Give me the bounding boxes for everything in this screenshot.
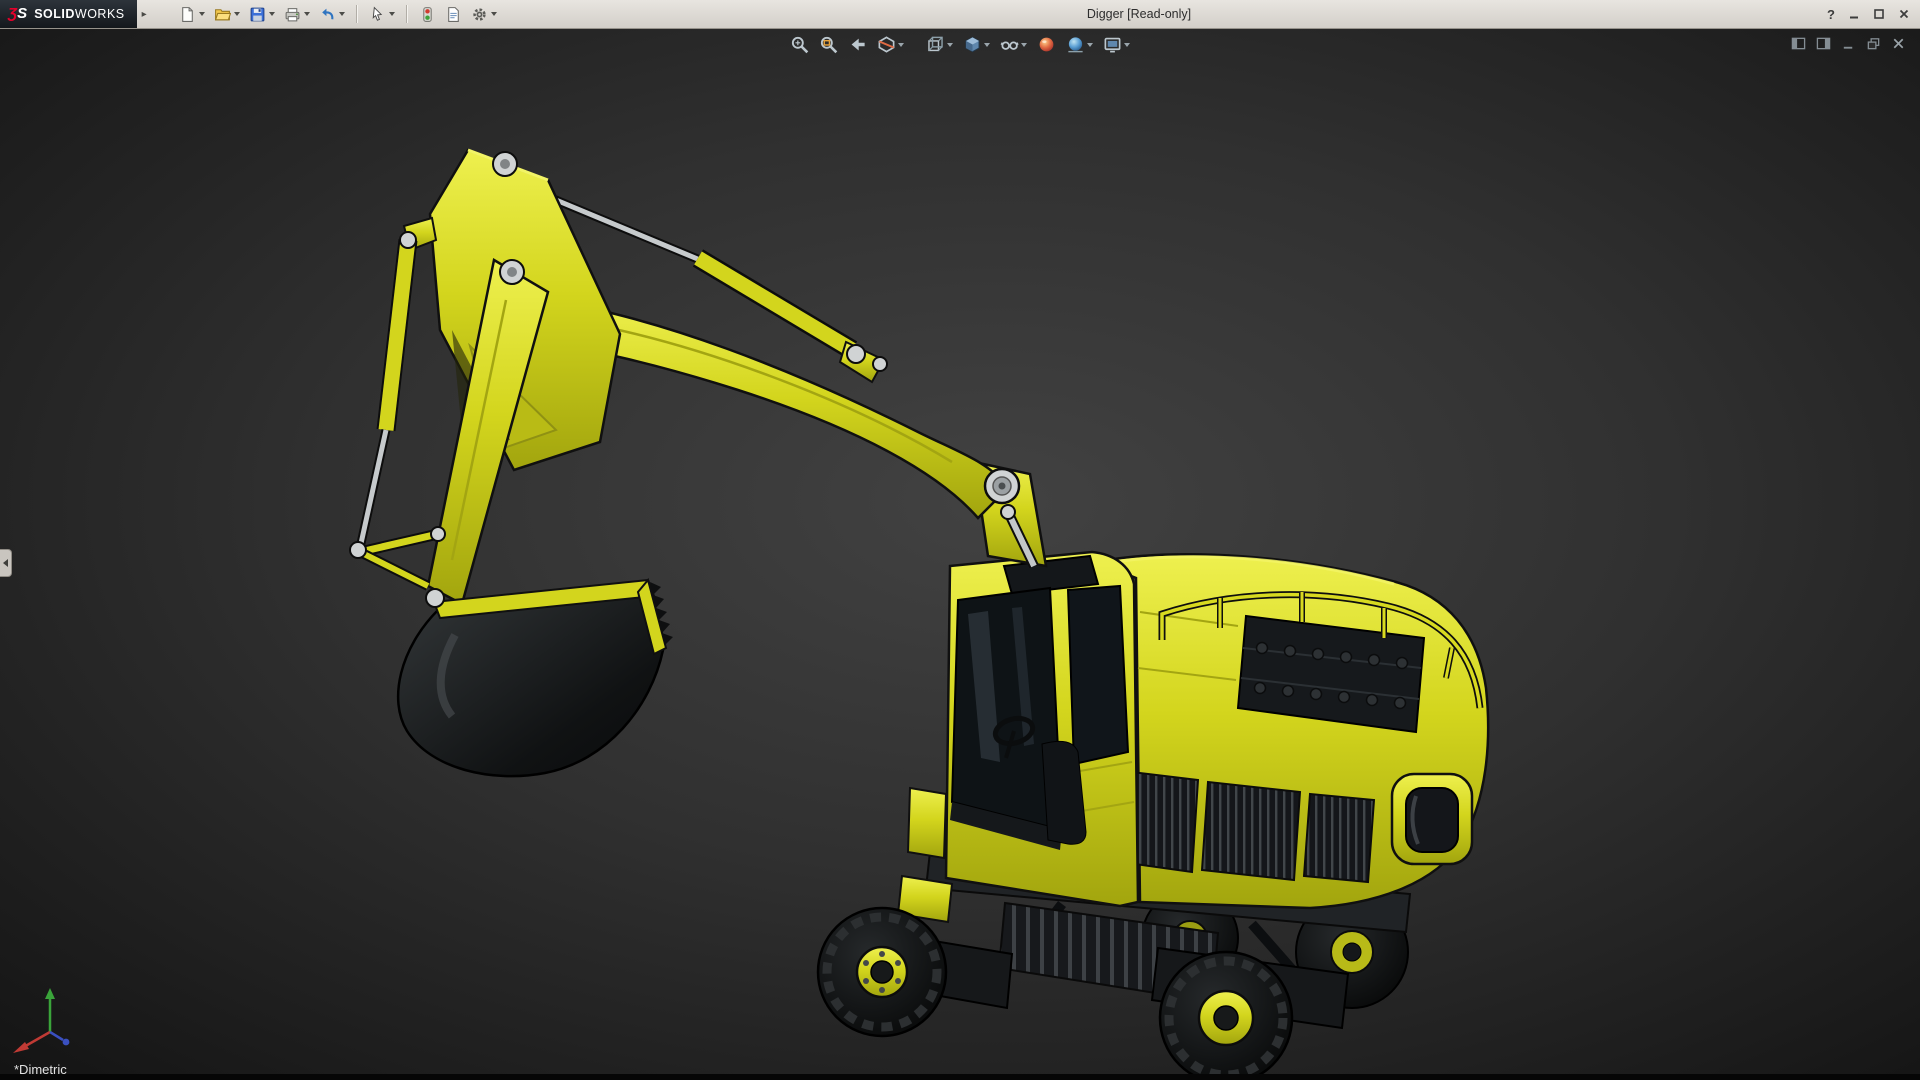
undo-dropdown-caret-icon[interactable] [338, 12, 345, 16]
view-orientation-label: *Dimetric [14, 1062, 67, 1077]
grille-panel [1200, 780, 1302, 882]
view-orientation-icon [928, 36, 943, 52]
close-icon [1893, 38, 1904, 49]
previous-view-icon [851, 38, 865, 51]
print-button[interactable] [281, 4, 313, 25]
close-doc-button[interactable] [1891, 36, 1906, 51]
zoom-to-area-button[interactable] [816, 33, 841, 56]
rebuild-button[interactable] [416, 4, 439, 25]
open-button[interactable] [211, 4, 243, 25]
view-settings-icon [1104, 37, 1121, 53]
hide-show-items-icon [1000, 41, 1019, 50]
display-style-caret-icon[interactable] [984, 42, 990, 47]
triad-y-axis [45, 988, 55, 999]
display-style-icon [965, 36, 980, 53]
toolbar-separator [405, 5, 408, 23]
minimize-icon [1843, 46, 1853, 49]
triad-z-axis [62, 1038, 70, 1046]
restore-icon [1867, 38, 1880, 50]
titlebar-toolbar [176, 4, 500, 25]
maximize-icon [1874, 9, 1884, 19]
open-icon [214, 8, 231, 20]
reference-triad[interactable] [8, 980, 92, 1064]
3d-viewport[interactable] [0, 28, 1920, 1080]
minimize-icon [1850, 16, 1858, 19]
undo-icon [321, 8, 334, 19]
titlebar: ƷS SOLIDWORKS ▸ Digger [Read-only] ? [0, 0, 1920, 29]
display-style-button[interactable] [960, 33, 993, 56]
zoom-to-area-icon [820, 36, 838, 54]
chevron-left-icon [3, 559, 8, 567]
open-dropdown-caret-icon[interactable] [233, 12, 240, 16]
file-properties-button[interactable] [442, 4, 465, 25]
door-window [1066, 584, 1130, 766]
print-dropdown-caret-icon[interactable] [303, 12, 310, 16]
new-document-button[interactable] [176, 4, 208, 25]
viewport-background[interactable] [0, 28, 1920, 1080]
pane-left-button[interactable] [1791, 36, 1806, 51]
section-view-icon [878, 36, 895, 53]
options-dropdown-caret-icon[interactable] [490, 12, 497, 16]
close-app-button[interactable] [1898, 8, 1910, 20]
select-button[interactable] [366, 4, 398, 25]
hide-show-items-button[interactable] [997, 33, 1030, 56]
front-fender [906, 786, 948, 860]
bottom-strip [0, 1074, 1920, 1080]
hide-show-caret-icon[interactable] [1021, 42, 1027, 47]
minimize-doc-button[interactable] [1841, 36, 1856, 51]
edit-appearance-button[interactable] [1034, 33, 1059, 56]
view-orientation-caret-icon[interactable] [947, 42, 953, 47]
document-window-controls [1791, 36, 1906, 51]
edit-appearance-icon [1039, 37, 1054, 52]
save-dropdown-caret-icon[interactable] [268, 12, 275, 16]
restore-doc-button[interactable] [1866, 36, 1881, 51]
rebuild-icon [422, 6, 432, 22]
pane-left-icon [1791, 37, 1806, 50]
wheel-rear-left[interactable] [1158, 950, 1294, 1080]
headsup-view-toolbar [787, 33, 1133, 56]
menu-expand-arrow-icon[interactable]: ▸ [137, 5, 152, 23]
apply-scene-button[interactable] [1063, 33, 1096, 56]
help-button[interactable]: ? [1827, 7, 1835, 22]
brand-text: SOLIDWORKS [34, 7, 125, 21]
triad-x-axis [13, 1042, 29, 1053]
zoom-to-fit-button[interactable] [787, 33, 812, 56]
pane-right-icon [1816, 37, 1831, 50]
engine-housing[interactable] [1090, 553, 1490, 910]
new-dropdown-caret-icon[interactable] [198, 12, 205, 16]
save-icon [250, 7, 265, 21]
solidworks-logo[interactable]: ƷS SOLIDWORKS [0, 0, 137, 28]
feature-panel-collapse-tab[interactable] [0, 549, 12, 577]
3ds-mark-icon: ƷS [8, 5, 28, 22]
file-properties-icon [447, 6, 459, 22]
window-controls: ? [1827, 0, 1910, 28]
options-gear-icon [472, 7, 486, 21]
previous-view-button[interactable] [845, 33, 870, 56]
view-settings-button[interactable] [1100, 33, 1133, 56]
zoom-to-fit-icon [791, 36, 809, 54]
apply-scene-icon [1068, 37, 1083, 53]
pane-right-button[interactable] [1816, 36, 1831, 51]
new-document-icon [181, 6, 193, 22]
save-button[interactable] [246, 4, 278, 25]
undo-button[interactable] [316, 4, 348, 25]
view-settings-caret-icon[interactable] [1124, 42, 1130, 47]
view-orientation-button[interactable] [923, 33, 956, 56]
graphics-area: *Dimetric [0, 28, 1920, 1080]
close-icon [1899, 9, 1909, 19]
print-icon [285, 7, 300, 21]
options-button[interactable] [468, 4, 500, 25]
grille-panel [1302, 792, 1376, 884]
apply-scene-caret-icon[interactable] [1087, 42, 1093, 47]
toolbar-separator [355, 5, 358, 23]
minimize-app-button[interactable] [1848, 8, 1860, 20]
select-dropdown-caret-icon[interactable] [388, 12, 395, 16]
maximize-app-button[interactable] [1873, 8, 1885, 20]
section-view-button[interactable] [874, 33, 907, 56]
wheel-front-left[interactable] [816, 906, 948, 1038]
section-view-caret-icon[interactable] [898, 42, 904, 47]
window-title: Digger [Read-only] [1086, 7, 1192, 21]
select-icon [372, 6, 382, 21]
